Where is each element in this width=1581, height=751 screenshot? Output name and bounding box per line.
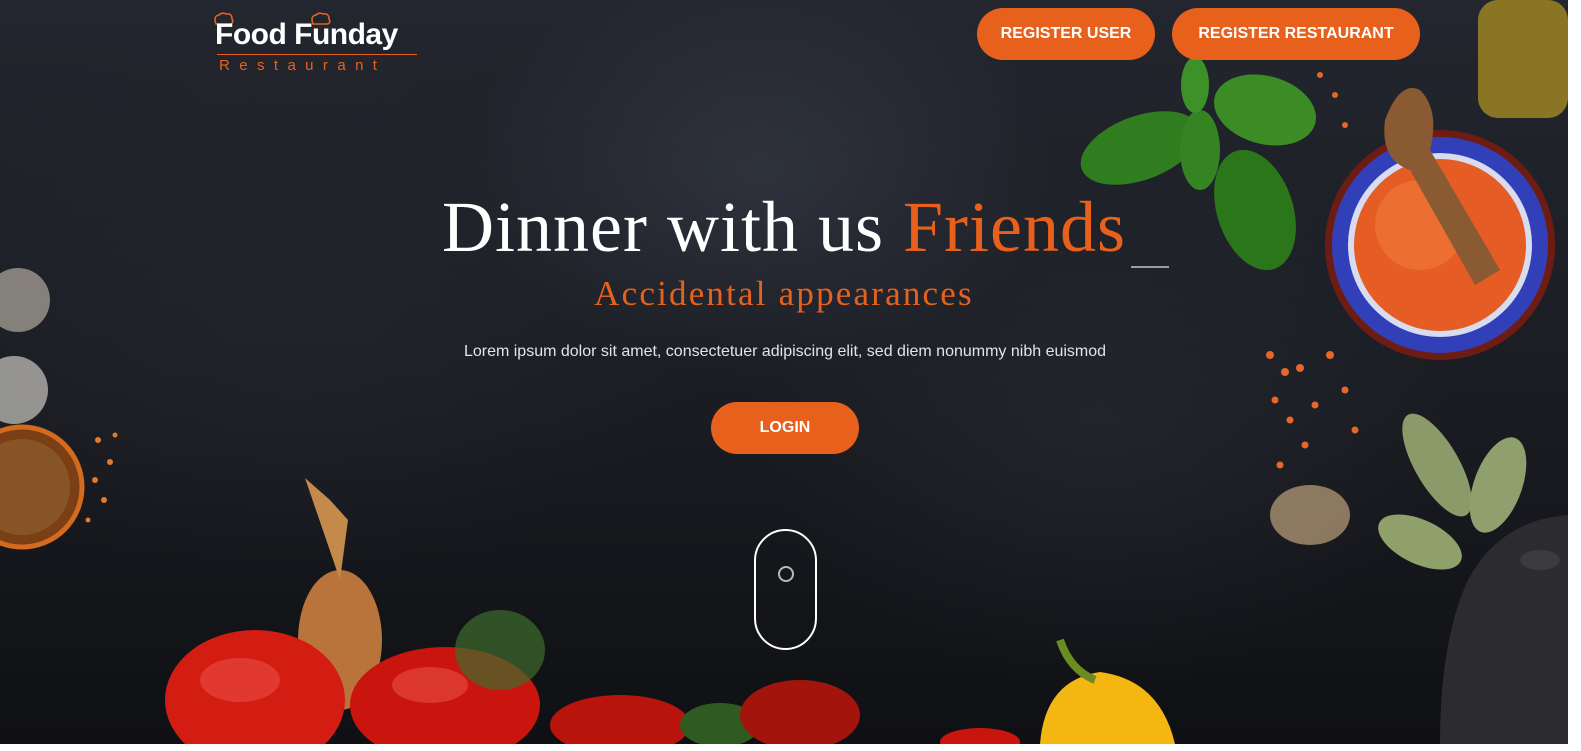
logo-subtitle: Restaurant [219, 57, 387, 74]
hero-subheadline: Accidental appearances [594, 274, 974, 313]
typing-cursor [1131, 266, 1169, 268]
headline-main: Dinner with us [442, 187, 903, 267]
logo-title: Food Funday [215, 18, 398, 51]
register-restaurant-button[interactable]: REGISTER RESTAURANT [1172, 8, 1420, 60]
mouse-wheel-icon [778, 566, 794, 582]
login-button[interactable]: LOGIN [711, 402, 859, 454]
register-user-button[interactable]: REGISTER USER [977, 8, 1155, 60]
hero-headline: Dinner with us Friends [0, 186, 1568, 269]
headline-accent: Friends [902, 187, 1126, 267]
hero-section: Food Funday Restaurant REGISTER USER REG… [0, 0, 1568, 744]
hero-description: Lorem ipsum dolor sit amet, consectetuer… [463, 343, 1107, 360]
page-edge-right [1568, 0, 1581, 751]
logo-divider [217, 54, 417, 55]
mouse-scroll-icon[interactable] [754, 529, 817, 650]
site-logo[interactable]: Food Funday Restaurant [205, 8, 440, 78]
page-edge-bottom [0, 744, 1581, 751]
